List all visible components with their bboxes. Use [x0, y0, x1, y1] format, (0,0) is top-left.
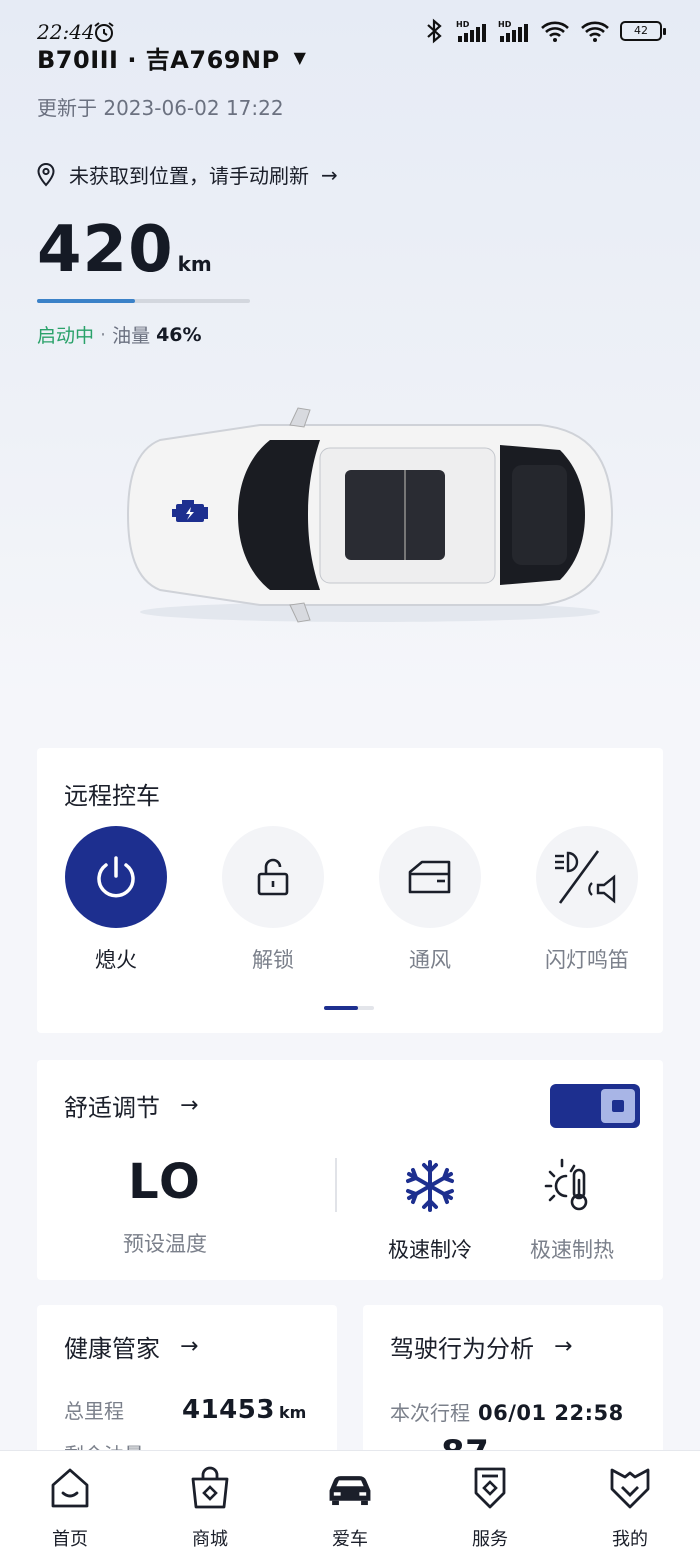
fuel-label: 油量 — [112, 325, 151, 347]
vehicle-name: B70III · 吉A769NP — [37, 46, 280, 74]
ventilation-control[interactable]: 通风 — [378, 826, 482, 974]
arrow-right-icon: → — [321, 162, 338, 187]
svg-text:HD: HD — [498, 20, 512, 29]
bluetooth-icon — [427, 18, 442, 44]
health-title-link[interactable]: 健康管家 → — [64, 1329, 198, 1364]
range-value: 420 — [37, 213, 174, 287]
profile-crest-icon — [610, 1468, 650, 1509]
trip-label: 本次行程 — [390, 1401, 470, 1425]
current-trip: 本次行程 06/01 22:58 — [390, 1397, 624, 1426]
rapid-heat-label: 极速制热 — [530, 1238, 614, 1262]
page-indicator — [324, 1006, 374, 1010]
tab-shop-label: 商城 — [192, 1529, 228, 1550]
tab-my-car-label: 爱车 — [332, 1529, 368, 1550]
separator-dot: · — [100, 323, 107, 346]
unlock-icon — [257, 858, 289, 896]
tab-home-label: 首页 — [52, 1529, 88, 1550]
snowflake-icon — [406, 1160, 454, 1212]
page-indicator-active — [324, 1006, 358, 1010]
flash-horn-button[interactable] — [536, 826, 638, 928]
comfort-title: 舒适调节 — [64, 1094, 160, 1122]
divider — [335, 1158, 337, 1212]
fuel-value: 46% — [156, 323, 202, 346]
mileage-unit: km — [278, 1403, 307, 1422]
flash-horn-control[interactable]: 闪灯鸣笛 — [535, 826, 639, 974]
engine-stop-control[interactable]: 熄火 — [64, 826, 168, 974]
power-icon — [97, 856, 135, 898]
wifi-icon — [581, 21, 609, 42]
mileage-label: 总里程 — [64, 1399, 124, 1423]
preset-temp-label: 预设温度 — [123, 1232, 207, 1256]
engine-stop-button[interactable] — [65, 826, 167, 928]
sun-thermometer-icon — [544, 1158, 588, 1211]
engine-stop-label: 熄火 — [95, 948, 137, 972]
home-icon — [51, 1468, 89, 1508]
unlock-label: 解锁 — [252, 948, 294, 972]
battery-icon: 42 — [620, 21, 666, 41]
flash-horn-label: 闪灯鸣笛 — [545, 948, 629, 972]
light-horn-icon — [555, 850, 616, 904]
driving-title-link[interactable]: 驾驶行为分析 → — [390, 1329, 572, 1364]
toggle-knob — [601, 1089, 635, 1123]
hd-signal-icon: HD — [456, 20, 486, 42]
status-bar: 22:44 HD HD 42 — [0, 0, 700, 44]
arrow-right-icon: → — [554, 1334, 573, 1359]
car-window-icon — [408, 860, 451, 894]
ventilation-button[interactable] — [379, 826, 481, 928]
update-time: 更新于 2023-06-02 17:22 — [37, 96, 284, 120]
unlock-control[interactable]: 解锁 — [221, 826, 325, 974]
driving-title: 驾驶行为分析 — [390, 1335, 534, 1363]
total-mileage: 总里程 41453 km — [64, 1395, 306, 1425]
comfort-title-link[interactable]: 舒适调节 → — [64, 1088, 198, 1123]
svg-text:HD: HD — [456, 20, 470, 29]
engine-running-label: 启动中 — [37, 325, 95, 347]
tab-shop[interactable]: 商城 — [165, 1465, 255, 1551]
tab-my-car[interactable]: 爱车 — [305, 1465, 395, 1551]
hd-signal-icon: HD — [498, 20, 528, 42]
service-shield-icon — [474, 1467, 506, 1509]
range-unit: km — [177, 252, 212, 276]
unlock-button[interactable] — [222, 826, 324, 928]
caret-down-icon: ▼ — [293, 48, 307, 67]
arrow-right-icon: → — [180, 1093, 199, 1118]
engine-status: 启动中 · 油量 46% — [37, 321, 202, 348]
remote-control-card: 远程控车 熄火 解锁 通风 闪灯鸣笛 — [37, 748, 663, 1033]
comfort-toggle[interactable] — [550, 1084, 640, 1128]
mileage-value: 41453 — [182, 1395, 275, 1425]
location-text: 未获取到位置，请手动刷新 — [69, 164, 309, 188]
preset-temperature[interactable]: LO 预设温度 — [95, 1158, 235, 1258]
wifi-icon — [541, 21, 569, 42]
health-title: 健康管家 — [64, 1335, 160, 1363]
arrow-right-icon: → — [180, 1334, 199, 1359]
rapid-heat-button[interactable]: 极速制热 — [517, 1156, 627, 1264]
rapid-cool-button[interactable]: 极速制冷 — [375, 1156, 485, 1264]
location-pin-icon — [37, 162, 55, 186]
tab-profile[interactable]: 我的 — [585, 1465, 675, 1551]
tab-service-label: 服务 — [472, 1529, 508, 1550]
tab-profile-label: 我的 — [612, 1529, 648, 1550]
range-display: 420 km — [37, 218, 212, 282]
remote-control-title: 远程控车 — [64, 782, 160, 810]
location-refresh[interactable]: 未获取到位置，请手动刷新 → — [37, 160, 338, 189]
tab-home[interactable]: 首页 — [25, 1465, 115, 1551]
vehicle-selector[interactable]: B70III · 吉A769NP ▼ — [37, 40, 306, 75]
ventilation-label: 通风 — [409, 948, 451, 972]
rapid-cool-label: 极速制冷 — [388, 1238, 472, 1262]
comfort-card: 舒适调节 → LO 预设温度 极速制冷 极速制热 — [37, 1060, 663, 1280]
shop-bag-icon — [191, 1466, 229, 1509]
trip-value: 06/01 22:58 — [478, 1401, 624, 1425]
bottom-tab-bar: 首页 商城 爱车 服务 我的 — [0, 1450, 700, 1555]
fuel-progress-bar — [37, 299, 250, 303]
tab-service[interactable]: 服务 — [445, 1465, 535, 1551]
fuel-progress-fill — [37, 299, 135, 303]
car-icon — [329, 1476, 371, 1506]
preset-temp-value: LO — [128, 1154, 202, 1210]
car-top-view-image — [126, 407, 614, 623]
